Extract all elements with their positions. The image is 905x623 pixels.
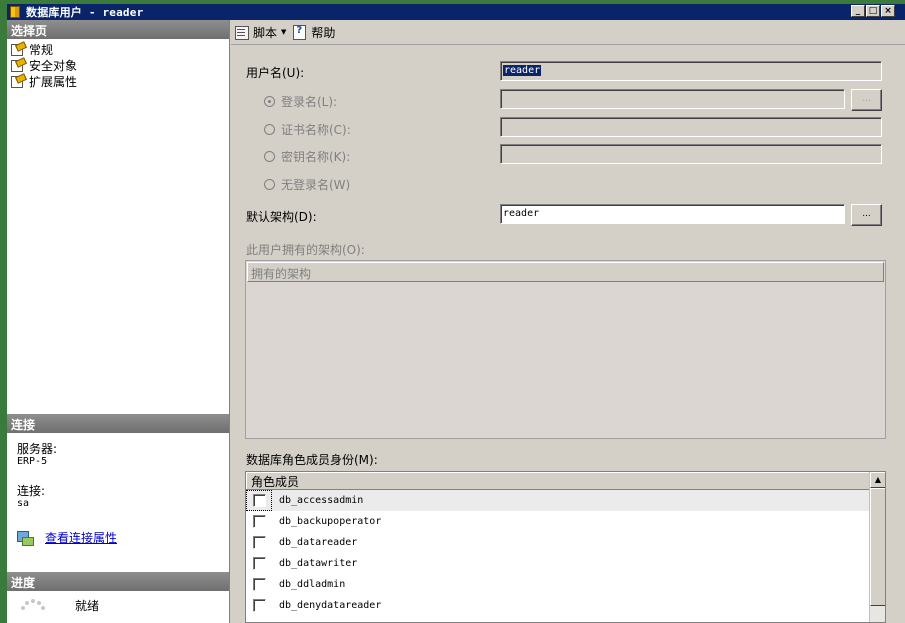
toolbar: 脚本 ▼ 帮助 [231, 20, 905, 45]
default-schema-label: 默认架构(D): [246, 210, 317, 224]
role-checkbox[interactable] [252, 599, 266, 612]
login-name-option[interactable]: 登录名(L): [264, 93, 337, 110]
role-membership-list[interactable]: 角色成员 db_accessadmin db_backupoperator db… [245, 471, 886, 623]
background-strip-left [0, 0, 7, 623]
default-schema-value: reader [503, 208, 540, 219]
progress-status: 就绪 [75, 599, 100, 613]
page-item-label: 扩展属性 [29, 74, 78, 89]
role-checkbox[interactable] [252, 515, 266, 528]
page-list: 常规 安全对象 扩展属性 [7, 39, 229, 89]
role-checkbox[interactable] [252, 536, 266, 549]
no-login-label: 无登录名(W) [281, 178, 351, 192]
progress-section: 进度 就绪 [7, 572, 229, 614]
role-row[interactable]: db_denydatareader [246, 595, 870, 616]
connection-label: 连接: [17, 484, 46, 498]
progress-spinner-icon [19, 598, 49, 613]
no-login-option[interactable]: 无登录名(W) [264, 176, 350, 193]
server-value: ERP-5 [17, 456, 48, 467]
page-item-securables[interactable]: 安全对象 [11, 57, 229, 73]
maximize-button[interactable]: □ [866, 5, 880, 17]
role-row[interactable]: db_accessadmin [246, 490, 870, 511]
scroll-thumb[interactable] [870, 488, 885, 606]
role-name: db_ddladmin [279, 579, 346, 590]
help-button[interactable]: 帮助 [292, 24, 335, 41]
page-item-extended-properties[interactable]: 扩展属性 [11, 73, 229, 89]
default-schema-browse-button[interactable]: ... [851, 204, 882, 226]
role-name: db_accessadmin [279, 495, 364, 506]
connection-section: 连接 服务器: ERP-5 连接: sa 查看连接属性 [7, 414, 229, 546]
username-label: 用户名(U): [246, 66, 305, 80]
select-page-header: 选择页 [7, 20, 229, 39]
role-name: db_datareader [279, 537, 358, 548]
login-name-browse-button[interactable]: ... [851, 89, 882, 111]
database-user-icon [10, 6, 20, 18]
script-button[interactable]: 脚本 ▼ [234, 24, 286, 41]
role-row[interactable]: db_datawriter [246, 553, 870, 574]
title-bar[interactable]: 数据库用户 - reader _ □ × [7, 4, 905, 20]
role-name: db_backupoperator [279, 516, 382, 527]
role-name: db_denydatareader [279, 600, 382, 611]
username-value: reader [503, 65, 542, 76]
window-controls: _ □ × [851, 5, 895, 17]
role-row[interactable]: db_ddladmin [246, 574, 870, 595]
script-icon [234, 25, 250, 40]
page-item-general[interactable]: 常规 [11, 40, 229, 58]
owned-schemas-label: 此用户拥有的架构(O): [246, 243, 365, 257]
cert-name-option[interactable]: 证书名称(C): [264, 121, 351, 138]
role-checkbox[interactable] [252, 494, 266, 507]
cert-name-field[interactable] [500, 117, 882, 137]
help-icon [292, 25, 308, 40]
window-title: 数据库用户 - reader [26, 6, 144, 19]
key-name-field[interactable] [500, 144, 882, 164]
login-name-radio[interactable] [264, 96, 275, 107]
username-field[interactable]: reader [500, 61, 882, 81]
no-login-radio[interactable] [264, 179, 275, 190]
owned-schemas-column-header: 拥有的架构 [247, 262, 884, 282]
view-connection-properties[interactable]: 查看连接属性 [17, 529, 229, 546]
left-pane: 选择页 常规 安全对象 扩展属性 连接 服务器: ERP-5 连接: sa 查看… [7, 20, 230, 623]
key-name-option[interactable]: 密钥名称(K): [264, 148, 350, 165]
role-list-scrollbar[interactable]: ▲ [869, 472, 885, 622]
key-name-radio[interactable] [264, 151, 275, 162]
role-name: db_datawriter [279, 558, 358, 569]
cert-name-label: 证书名称(C): [281, 123, 351, 137]
connection-properties-icon [17, 530, 34, 546]
right-pane: 脚本 ▼ 帮助 用户名(U): reader 登录名(L): ... 证书名称(… [231, 20, 905, 623]
owned-schemas-list[interactable]: 拥有的架构 [245, 260, 886, 439]
database-user-dialog: 数据库用户 - reader _ □ × 选择页 常规 安全对象 扩展属性 连接 [0, 0, 905, 623]
role-column-header[interactable]: 角色成员 [246, 472, 870, 490]
page-wrench-icon [11, 75, 25, 88]
script-label: 脚本 [253, 25, 278, 40]
view-connection-properties-link[interactable]: 查看连接属性 [45, 529, 117, 546]
page-wrench-icon [11, 59, 25, 72]
cert-name-radio[interactable] [264, 124, 275, 135]
progress-header: 进度 [7, 572, 229, 591]
scroll-up-arrow-icon[interactable]: ▲ [870, 472, 885, 488]
server-label: 服务器: [17, 442, 58, 456]
default-schema-field[interactable]: reader [500, 204, 845, 224]
connection-header: 连接 [7, 414, 229, 433]
minimize-button[interactable]: _ [851, 5, 865, 17]
login-name-field[interactable] [500, 89, 845, 109]
role-checkbox[interactable] [252, 578, 266, 591]
close-button[interactable]: × [881, 5, 895, 17]
role-membership-label: 数据库角色成员身份(M): [246, 453, 378, 467]
login-name-label: 登录名(L): [281, 95, 338, 109]
page-item-label: 安全对象 [29, 58, 78, 73]
help-label: 帮助 [311, 25, 336, 40]
chevron-down-icon[interactable]: ▼ [281, 28, 286, 36]
connection-value: sa [17, 498, 30, 509]
role-row[interactable]: db_backupoperator [246, 511, 870, 532]
key-name-label: 密钥名称(K): [281, 150, 351, 164]
page-wrench-icon [11, 43, 25, 56]
role-row[interactable]: db_datareader [246, 532, 870, 553]
page-item-label: 常规 [29, 40, 54, 58]
role-checkbox[interactable] [252, 557, 266, 570]
